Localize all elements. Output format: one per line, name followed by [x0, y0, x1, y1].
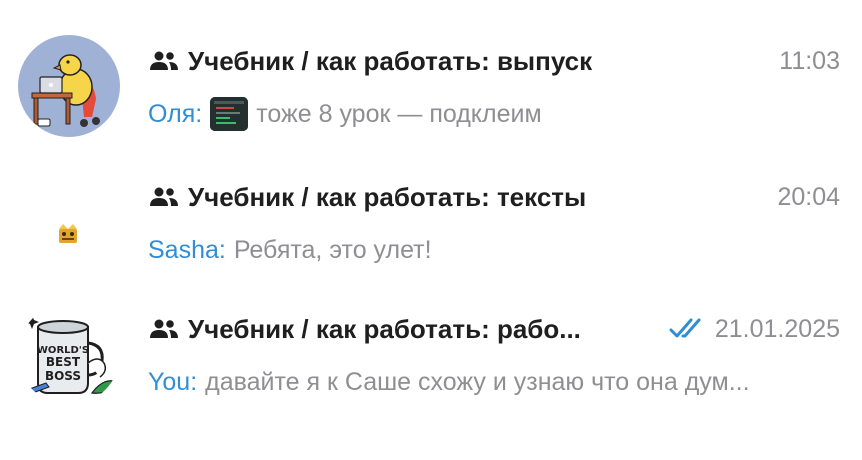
chat-title: Учебник / как работать: тексты: [188, 181, 587, 212]
chat-avatar[interactable]: WORLD'S BEST BOSS: [18, 303, 120, 405]
worlds-best-boss-mug-icon: WORLD'S BEST BOSS: [18, 303, 120, 405]
sender-name: Sasha: [148, 235, 219, 264]
chat-avatar[interactable]: [18, 35, 120, 137]
chat-header-line: Учебник / как работать: тексты 20:04: [148, 179, 840, 215]
chat-meta: 20:04: [777, 183, 840, 212]
group-icon: [148, 186, 180, 208]
chat-time: 21.01.2025: [714, 314, 840, 343]
chat-row[interactable]: Учебник / как работать: тексты 20:04 Sas…: [0, 157, 862, 291]
chat-list: Учебник / как работать: выпуск 11:03 Оля…: [0, 0, 862, 460]
sender-separator: :: [195, 99, 203, 128]
small-emoji-icon: [18, 171, 120, 273]
group-icon: [148, 50, 180, 72]
chat-meta: 11:03: [779, 47, 840, 76]
read-double-check-icon: [669, 318, 709, 340]
chat-time: 11:03: [779, 46, 840, 75]
message-preview: давайте я к Саше схожу и узнаю что она д…: [205, 367, 750, 396]
chat-header-line: Учебник / как работать: рабо... 21.01.20…: [148, 311, 840, 347]
chat-row[interactable]: WORLD'S BEST BOSS Учебник / как работать…: [0, 289, 862, 423]
chat-title: Учебник / как работать: рабо...: [188, 313, 581, 344]
message-preview: Ребята, это улет!: [233, 235, 432, 264]
chat-preview-line: Оля : тоже 8 урок — подклеим: [148, 97, 840, 131]
svg-text:BOSS: BOSS: [45, 369, 81, 383]
media-thumbnail: [210, 97, 249, 131]
duck-at-laptop-icon: [18, 35, 120, 137]
chat-row[interactable]: Учебник / как работать: выпуск 11:03 Оля…: [0, 21, 862, 155]
message-preview: тоже 8 урок — подклеим: [256, 99, 542, 128]
svg-text:BEST: BEST: [46, 355, 81, 369]
chat-time: 20:04: [777, 182, 840, 211]
sender-name: Оля: [148, 99, 196, 128]
group-icon: [148, 318, 180, 340]
chat-preview-line: You : давайте я к Саше схожу и узнаю что…: [148, 365, 840, 399]
chat-title: Учебник / как работать: выпуск: [188, 45, 593, 76]
sender-separator: :: [190, 367, 198, 396]
chat-avatar[interactable]: [18, 171, 120, 273]
sender-separator: :: [218, 235, 226, 264]
sender-name: You: [148, 367, 191, 396]
chat-header-line: Учебник / как работать: выпуск 11:03: [148, 43, 840, 79]
chat-preview-line: Sasha : Ребята, это улет!: [148, 233, 840, 267]
chat-meta: 21.01.2025: [669, 315, 840, 344]
